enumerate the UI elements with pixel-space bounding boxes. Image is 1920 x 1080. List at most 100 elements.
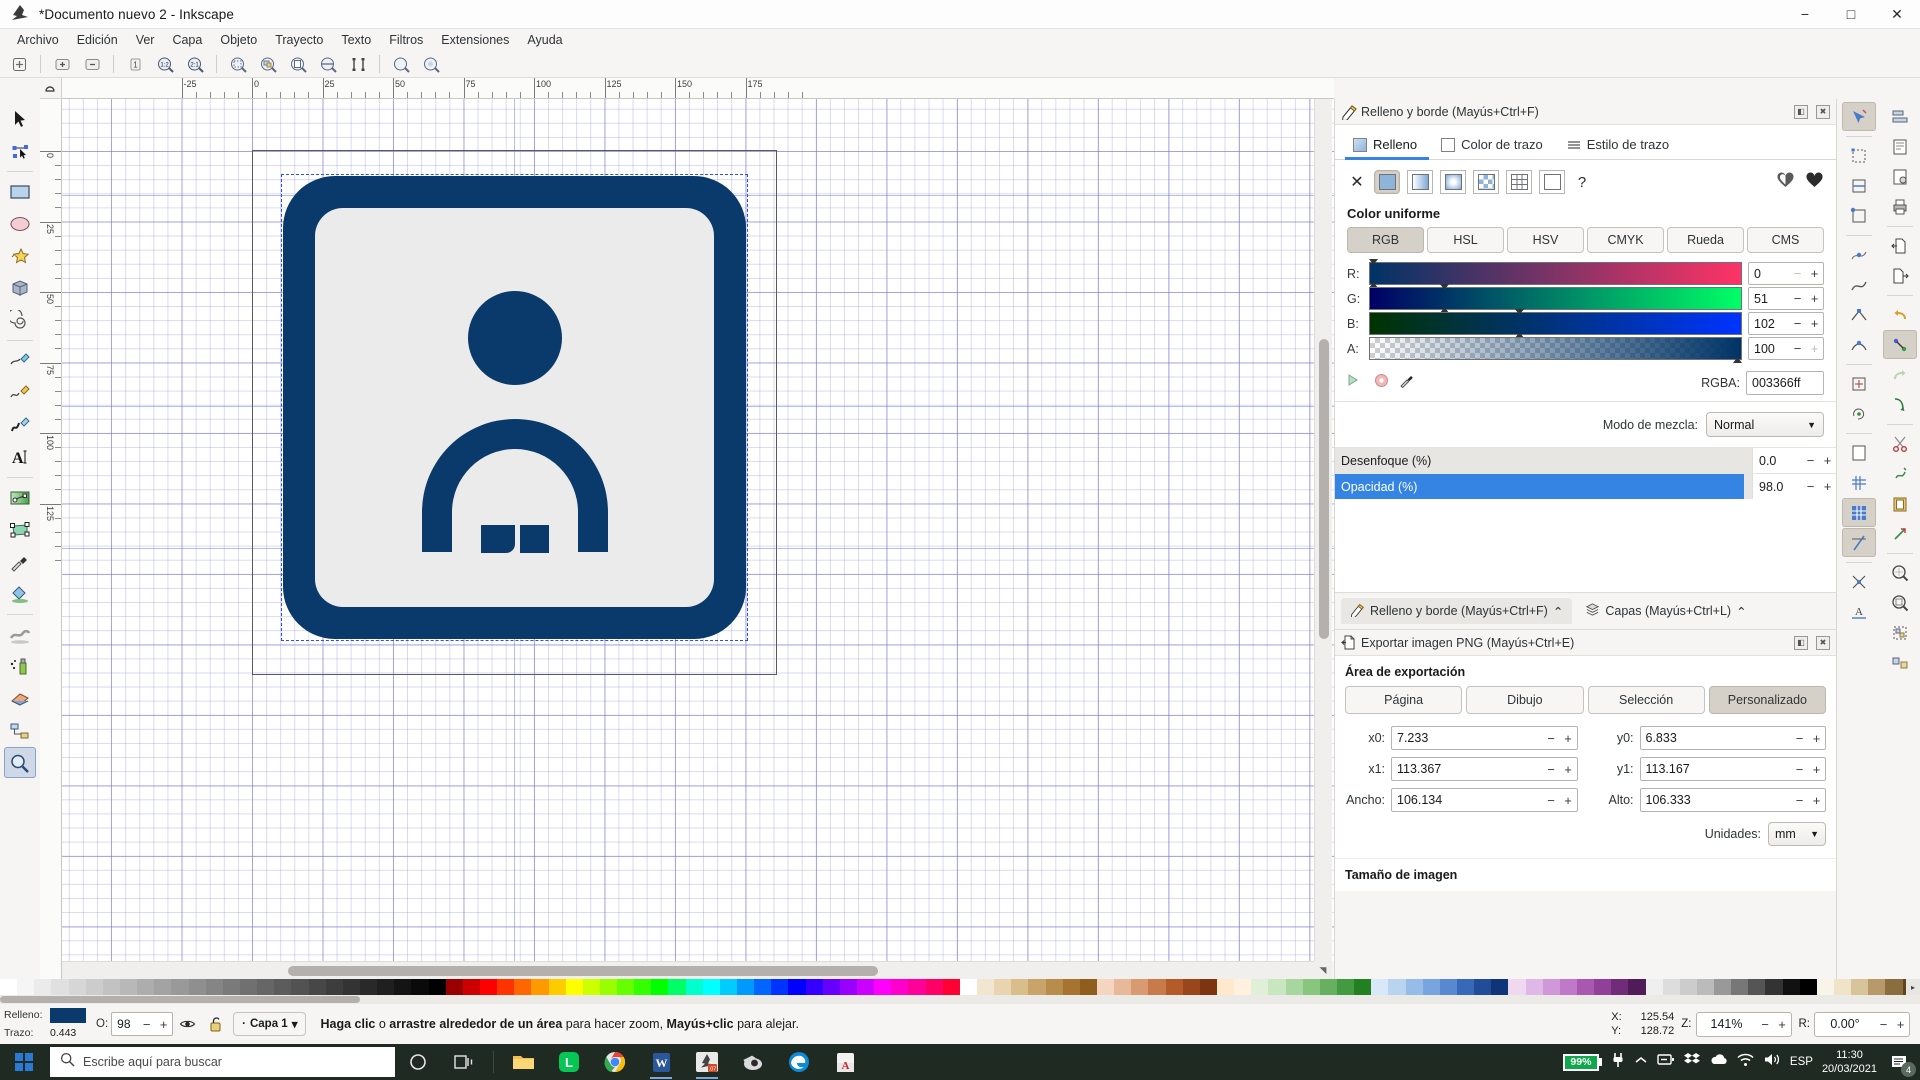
mode-rueda[interactable]: Rueda xyxy=(1667,227,1744,253)
snap-bbox-edge-icon[interactable] xyxy=(1842,171,1876,200)
snap-bbox-center-icon[interactable] xyxy=(1842,369,1876,398)
eye-icon[interactable] xyxy=(173,1011,201,1037)
inkscape-icon[interactable]: .07 xyxy=(684,1044,730,1080)
export-alto-input[interactable]: 106.333 − + xyxy=(1639,788,1826,812)
channel-g-slider[interactable] xyxy=(1369,284,1742,313)
snap-grid-icon[interactable] xyxy=(1842,468,1876,497)
sidebar-xml-editor-icon[interactable] xyxy=(1883,132,1917,161)
palette-swatch[interactable] xyxy=(411,979,429,995)
chevron-up-icon[interactable]: ⌃ xyxy=(1736,604,1746,619)
palette-swatch[interactable] xyxy=(651,979,669,995)
palette-swatch[interactable] xyxy=(548,979,566,995)
blur-plus[interactable]: + xyxy=(1819,453,1836,468)
palette-swatch[interactable] xyxy=(737,979,755,995)
sidebar-ungroup-icon[interactable] xyxy=(1883,648,1917,677)
export-x0-plus[interactable]: + xyxy=(1560,731,1577,746)
blur-spinner[interactable]: 0.0 − + xyxy=(1752,448,1836,473)
palette-swatch[interactable] xyxy=(274,979,292,995)
zoom-drawing-icon[interactable] xyxy=(253,52,283,77)
palette-swatch[interactable] xyxy=(1765,979,1783,995)
palette-swatch[interactable] xyxy=(428,979,446,995)
channel-b-minus[interactable]: − xyxy=(1789,316,1806,331)
sidebar-zoom-selection2-icon[interactable] xyxy=(1883,588,1917,617)
zoom-next-icon[interactable] xyxy=(416,52,446,77)
palette-swatch[interactable] xyxy=(617,979,635,995)
palette-swatch[interactable] xyxy=(188,979,206,995)
palette-swatch[interactable] xyxy=(857,979,875,995)
sidebar-redo-icon[interactable] xyxy=(1883,360,1917,389)
sidebar-import-icon[interactable] xyxy=(1883,231,1917,260)
palette-swatch[interactable] xyxy=(257,979,275,995)
menu-edicion[interactable]: Edición xyxy=(68,31,127,49)
rotation-plus[interactable]: + xyxy=(1892,1017,1909,1032)
palette-swatch[interactable] xyxy=(1474,979,1492,995)
export-ancho-plus[interactable]: + xyxy=(1560,793,1577,808)
sidebar-paste-style-icon[interactable] xyxy=(1883,519,1917,548)
palette-swatch[interactable] xyxy=(702,979,720,995)
mode-hsl[interactable]: HSL xyxy=(1427,227,1504,253)
menu-archivo[interactable]: Archivo xyxy=(8,31,68,49)
snap-grid-active-icon[interactable] xyxy=(1841,498,1876,527)
dropper-icon[interactable] xyxy=(1399,373,1414,393)
export-alto-minus[interactable]: − xyxy=(1791,793,1808,808)
export-ancho-minus[interactable]: − xyxy=(1543,793,1560,808)
palette-swatch[interactable] xyxy=(839,979,858,995)
opacity-spinner[interactable]: 98.0 − + xyxy=(1752,474,1836,499)
star-tool[interactable] xyxy=(4,240,36,271)
palette-swatch[interactable] xyxy=(119,979,138,995)
palette-swatch[interactable] xyxy=(1594,979,1612,995)
fill-linear-gradient[interactable] xyxy=(1407,170,1433,194)
acrobat-reader-icon[interactable]: A xyxy=(822,1044,868,1080)
export-x0-minus[interactable]: − xyxy=(1543,731,1560,746)
menu-extensiones[interactable]: Extensiones xyxy=(432,31,518,49)
channel-b-slider[interactable] xyxy=(1369,309,1742,338)
dock-tab-layers[interactable]: Capas (Mayús+Ctrl+L) ⌃ xyxy=(1576,598,1755,624)
zoom-tool[interactable] xyxy=(4,747,36,778)
palette-swatch[interactable] xyxy=(34,979,52,995)
layer-selector[interactable]: · Capa 1 ▾ xyxy=(233,1012,307,1036)
snap-text-baseline-icon[interactable]: A xyxy=(1842,597,1876,626)
snap-smooth-node-icon[interactable] xyxy=(1842,330,1876,359)
palette-swatch[interactable] xyxy=(1319,979,1337,995)
channel-g-minus[interactable]: − xyxy=(1789,291,1806,306)
text-tool[interactable]: A xyxy=(4,441,36,472)
export-x1-minus[interactable]: − xyxy=(1543,762,1560,777)
tweak-tool[interactable] xyxy=(4,619,36,650)
palette-swatch[interactable] xyxy=(942,979,960,995)
palette-swatch[interactable] xyxy=(1816,979,1835,995)
language-indicator[interactable]: ESP xyxy=(1790,1056,1813,1068)
export-y1-plus[interactable]: + xyxy=(1808,762,1825,777)
minimize-button[interactable]: − xyxy=(1782,0,1828,29)
channel-b-plus[interactable]: + xyxy=(1806,316,1823,331)
menu-ver[interactable]: Ver xyxy=(127,31,164,49)
volume-icon[interactable] xyxy=(1763,1052,1781,1072)
fill-rule-nonzero[interactable] xyxy=(1805,171,1824,194)
pencil-tool[interactable] xyxy=(4,345,36,376)
palette-swatch[interactable] xyxy=(1079,979,1097,995)
palette-swatch[interactable] xyxy=(514,979,532,995)
status-opacity-plus[interactable]: + xyxy=(155,1017,172,1032)
palette-swatch[interactable] xyxy=(377,979,395,995)
hscroll-thumb[interactable] xyxy=(288,966,878,976)
node-editor-tool[interactable] xyxy=(4,135,36,166)
palette-swatch[interactable] xyxy=(1696,979,1715,995)
palette-swatch[interactable] xyxy=(822,979,840,995)
box-3d-tool[interactable] xyxy=(4,272,36,303)
menu-filtros[interactable]: Filtros xyxy=(380,31,432,49)
zoom-1-1-icon[interactable]: 1 xyxy=(120,52,150,77)
snap-bbox-icon[interactable] xyxy=(1842,141,1876,170)
menu-trayecto[interactable]: Trayecto xyxy=(266,31,332,49)
palette-swatch[interactable] xyxy=(291,979,309,995)
zoom-selection-icon[interactable] xyxy=(223,52,253,77)
tab-relleno[interactable]: Relleno xyxy=(1343,131,1431,160)
snap-guides-icon[interactable] xyxy=(1841,528,1876,557)
palette-swatch[interactable] xyxy=(154,979,172,995)
color-managed-icon[interactable] xyxy=(1347,373,1364,393)
export-x1-input[interactable]: 113.367 − + xyxy=(1391,757,1578,781)
palette-swatch[interactable] xyxy=(788,979,806,995)
palette-swatch[interactable] xyxy=(685,979,703,995)
blend-mode-select[interactable]: Normal ▼ xyxy=(1706,412,1824,437)
palette-swatch[interactable] xyxy=(497,979,515,995)
palette-swatch[interactable] xyxy=(171,979,189,995)
selector-tool[interactable] xyxy=(4,103,36,134)
